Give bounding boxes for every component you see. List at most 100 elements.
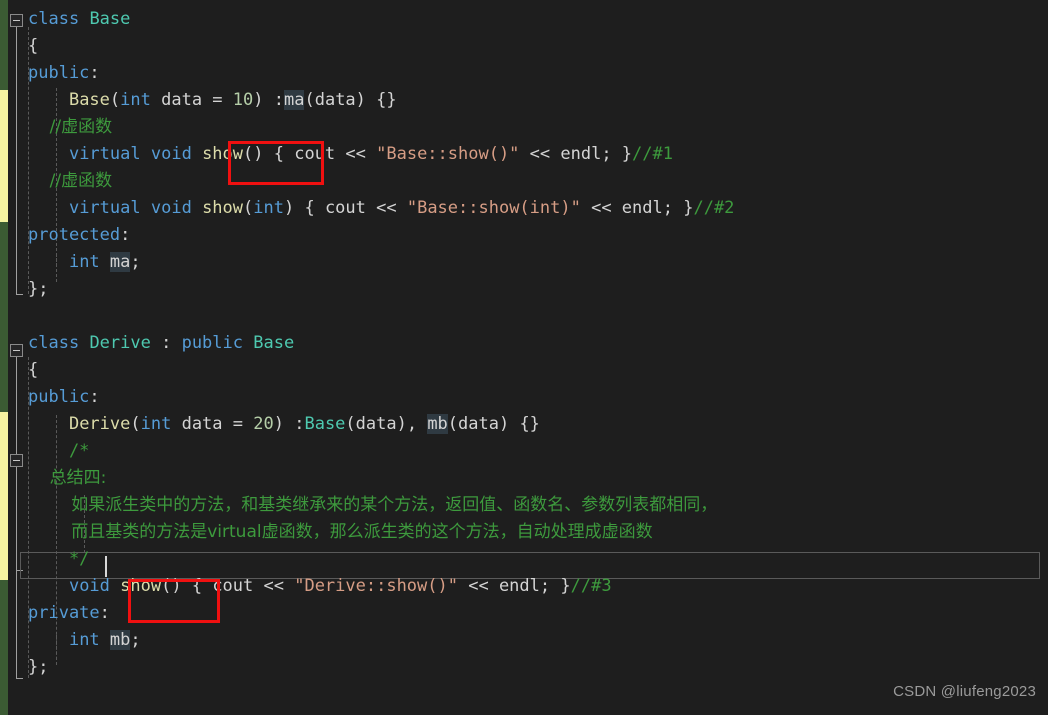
watermark: CSDN @liufeng2023 (893, 683, 1036, 700)
code-token: ( (243, 198, 254, 218)
code-token: "Base::show(int)" (406, 198, 581, 218)
code-token: << (365, 198, 407, 218)
code-token: { (181, 576, 213, 596)
code-token: ) (253, 90, 274, 110)
code-token: ; } (539, 576, 571, 596)
code-token: //#2 (693, 198, 735, 218)
code-token: void (68, 576, 110, 596)
code-line[interactable]: //虚函数 (28, 114, 112, 141)
code-token: << (335, 144, 377, 164)
code-line[interactable]: 而且基类的方法是virtual虚函数，那么派生类的这个方法，自动处理成虚函数 (28, 519, 653, 546)
code-token: show (202, 144, 244, 164)
code-token: int (140, 414, 172, 434)
code-token: () (161, 576, 182, 596)
code-token: int (120, 90, 151, 110)
code-line[interactable]: /* (28, 438, 89, 465)
code-line[interactable]: private: (28, 600, 110, 627)
code-token: endl (498, 576, 540, 596)
code-line[interactable]: { (28, 33, 38, 60)
code-line[interactable]: 总结四: (28, 465, 107, 492)
code-token: { (28, 36, 39, 56)
code-token: mb (109, 630, 131, 650)
code-line[interactable]: { (28, 357, 38, 384)
code-token: */ (28, 549, 90, 569)
code-token: ma (109, 252, 131, 272)
code-token: void (150, 144, 192, 164)
code-token: show (202, 198, 244, 218)
code-line[interactable]: class Derive : public Base (28, 330, 294, 357)
code-token: cout (324, 198, 366, 218)
code-token: public (28, 387, 90, 407)
code-token: ( (109, 90, 121, 110)
code-line[interactable]: //虚函数 (28, 168, 112, 195)
code-token: private (28, 603, 100, 623)
code-token: Base (68, 90, 110, 110)
code-line[interactable]: public: (28, 384, 100, 411)
code-token: show (120, 576, 162, 596)
code-text-layer[interactable]: class Base{public: Base(int data = 10) :… (0, 0, 1048, 715)
code-line[interactable]: protected: (28, 222, 130, 249)
code-line[interactable]: virtual void show() { cout << "Base::sho… (28, 141, 673, 168)
code-line[interactable]: Derive(int data = 20) :Base(data), mb(da… (28, 411, 540, 438)
code-line[interactable]: }; (28, 276, 48, 303)
code-token: 总结四: (28, 468, 107, 488)
code-line[interactable]: */ (28, 546, 89, 573)
code-token: Base (253, 333, 295, 353)
code-token: : (99, 603, 110, 623)
code-line[interactable]: Base(int data = 10) :ma(data) {} (28, 87, 397, 114)
code-token: "Derive::show()" (294, 576, 458, 596)
code-line[interactable]: void show() { cout << "Derive::show()" <… (28, 573, 612, 600)
code-token: int (68, 630, 100, 650)
code-token: ) { (283, 198, 325, 218)
code-token: ; } (601, 144, 633, 164)
code-token: << (519, 144, 561, 164)
code-token: virtual (68, 144, 141, 164)
code-token: : (120, 225, 131, 245)
code-line[interactable]: public: (28, 60, 100, 87)
code-token: (data) {} (304, 90, 397, 110)
code-token: 如果派生类中的方法，和基类继承来的某个方法，返回值、函数名、参数列表都相同， (28, 495, 718, 515)
code-line[interactable]: 如果派生类中的方法，和基类继承来的某个方法，返回值、函数名、参数列表都相同， (28, 492, 717, 519)
code-token: endl (621, 198, 663, 218)
code-token: 20 (253, 414, 274, 434)
code-line[interactable]: }; (28, 654, 48, 681)
code-token: (data) {} (447, 414, 540, 434)
code-token: << (580, 198, 622, 218)
code-token: () (243, 144, 264, 164)
code-token: }; (28, 279, 49, 299)
code-token: //#1 (632, 144, 673, 164)
code-token: "Base::show()" (376, 144, 520, 164)
code-line[interactable]: int mb; (28, 627, 141, 654)
code-token: : (89, 387, 100, 407)
code-token: Base (304, 414, 346, 434)
code-token: ) (273, 414, 295, 434)
code-token: ; } (662, 198, 694, 218)
code-token: class (28, 333, 80, 353)
code-token: cout (294, 144, 336, 164)
code-token: (data), (345, 414, 428, 434)
code-editor[interactable]: class Base{public: Base(int data = 10) :… (0, 0, 1048, 715)
code-token: protected (28, 225, 121, 245)
code-line[interactable]: class Base (28, 6, 130, 33)
code-token: ; (130, 252, 141, 272)
code-token: << (457, 576, 499, 596)
code-line[interactable]: int ma; (28, 249, 141, 276)
code-token: data (171, 414, 233, 434)
code-token: 而且基类的方法是virtual虚函数，那么派生类的这个方法，自动处理成虚函数 (28, 522, 653, 542)
code-token: 10 (232, 90, 254, 110)
code-token: void (150, 198, 192, 218)
code-line[interactable]: virtual void show(int) { cout << "Base::… (28, 195, 734, 222)
code-token: Derive (89, 333, 151, 353)
